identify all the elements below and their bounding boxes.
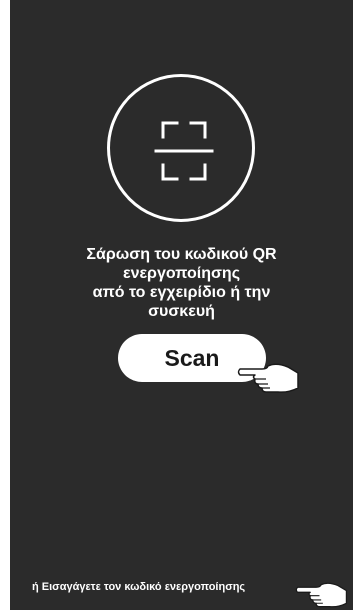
activation-screen: Σάρωση του κωδικού QR ενεργοποίησης από … <box>10 0 353 610</box>
scan-circle[interactable] <box>107 74 255 222</box>
scan-instruction: Σάρωση του κωδικού QR ενεργοποίησης από … <box>10 245 353 321</box>
pointing-hand-icon <box>295 582 348 608</box>
pointing-hand-icon <box>237 363 299 393</box>
qr-scan-frame-icon <box>154 121 214 181</box>
instruction-line-3: από το εγχειρίδιο ή την <box>92 284 271 301</box>
enter-code-link[interactable]: ή Εισαγάγετε τον κωδικό ενεργοποίησης <box>32 580 245 594</box>
instruction-line-1: Σάρωση του κωδικού QR <box>86 246 277 263</box>
instruction-line-2: ενεργοποίησης <box>122 265 241 282</box>
instruction-line-4: συσκευή <box>148 303 215 320</box>
